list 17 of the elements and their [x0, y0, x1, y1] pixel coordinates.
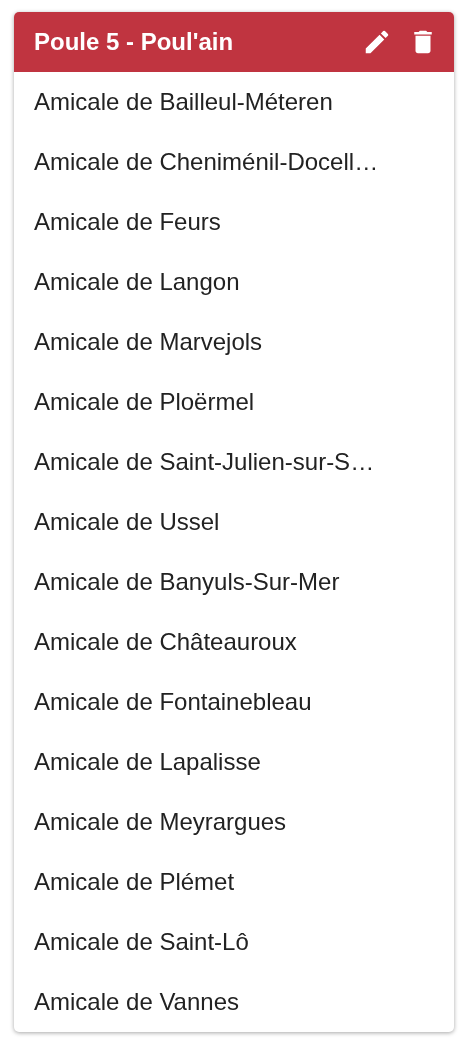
list-item[interactable]: Amicale de Marvejols — [14, 312, 454, 372]
list-item[interactable]: Amicale de Banyuls-Sur-Mer — [14, 552, 454, 612]
list-item[interactable]: Amicale de Bailleul-Méteren — [14, 72, 454, 132]
list-item[interactable]: Amicale de Saint-Julien-sur-S… — [14, 432, 454, 492]
list-item[interactable]: Amicale de Cheniménil-Docell… — [14, 132, 454, 192]
list-item[interactable]: Amicale de Langon — [14, 252, 454, 312]
list-item[interactable]: Amicale de Vannes — [14, 972, 454, 1032]
list-item[interactable]: Amicale de Lapalisse — [14, 732, 454, 792]
list-item[interactable]: Amicale de Plémet — [14, 852, 454, 912]
list-item[interactable]: Amicale de Feurs — [14, 192, 454, 252]
list-item[interactable]: Amicale de Châteauroux — [14, 612, 454, 672]
card-title: Poule 5 - Poul'ain — [34, 28, 235, 56]
list-item[interactable]: Amicale de Meyrargues — [14, 792, 454, 852]
list-item[interactable]: Amicale de Saint-Lô — [14, 912, 454, 972]
list-item[interactable]: Amicale de Fontainebleau — [14, 672, 454, 732]
list-item[interactable]: Amicale de Ploërmel — [14, 372, 454, 432]
list-item[interactable]: Amicale de Ussel — [14, 492, 454, 552]
